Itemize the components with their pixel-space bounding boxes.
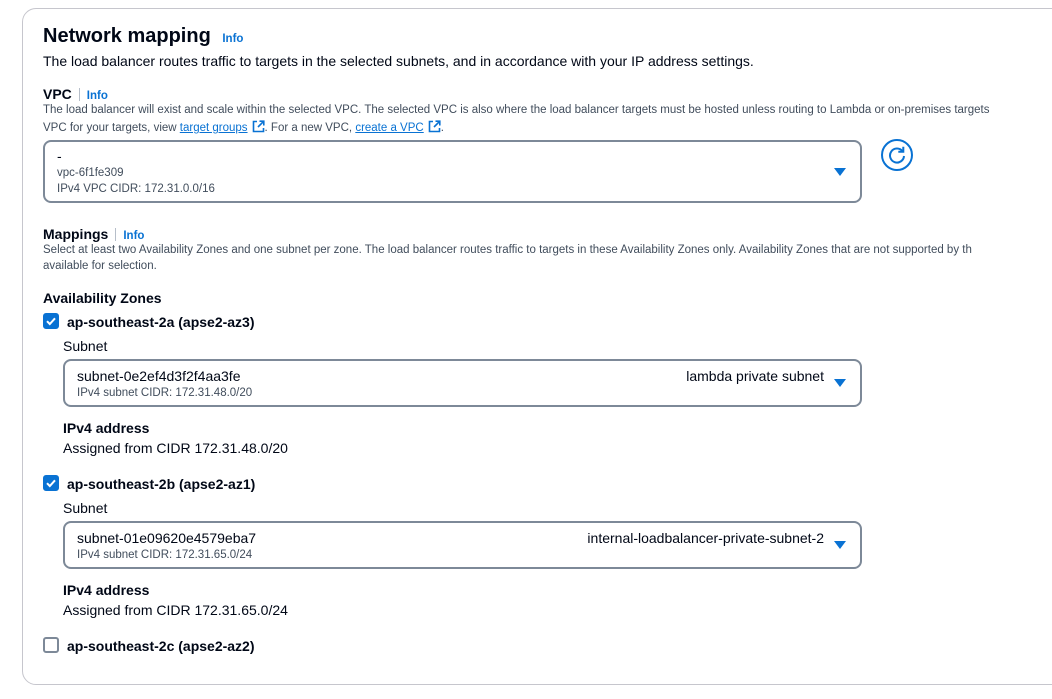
az-c-label[interactable]: ap-southeast-2c (apse2-az2) <box>67 638 255 654</box>
chevron-down-icon <box>834 168 846 176</box>
chevron-down-icon <box>834 379 846 387</box>
az-b-subnet-label: Subnet <box>63 500 108 516</box>
checkmark-icon <box>46 479 56 488</box>
mappings-label-separator <box>115 228 117 242</box>
vpc-info-link[interactable]: Info <box>87 90 108 102</box>
section-description: The load balancer routes traffic to targ… <box>43 53 754 69</box>
external-link-icon <box>252 120 265 136</box>
az-a-subnet-label: Subnet <box>63 338 108 354</box>
checkmark-icon <box>46 317 56 326</box>
mappings-label-row: Mappings Info <box>43 226 144 244</box>
vpc-label-row: VPC Info <box>43 86 108 104</box>
az-b-label[interactable]: ap-southeast-2b (apse2-az1) <box>67 476 255 492</box>
vpc-desc-suffix: . <box>440 122 444 134</box>
mappings-description-line2: available for selection. <box>43 260 157 272</box>
az-a-ipv4-label: IPv4 address <box>63 420 150 436</box>
az-a-subnet-select[interactable]: subnet-0e2ef4d3f2f4aa3fe lambda private … <box>63 359 862 407</box>
az-b-checkbox[interactable] <box>43 475 59 491</box>
vpc-desc-prefix: VPC for your targets, view <box>43 122 180 134</box>
az-a-subnet-cidr: IPv4 subnet CIDR: 172.31.48.0/20 <box>77 387 253 399</box>
az-b-ipv4-label: IPv4 address <box>63 582 150 598</box>
refresh-button[interactable] <box>881 139 913 171</box>
vpc-description-line1: The load balancer will exist and scale w… <box>43 104 990 116</box>
az-b-subnet-name: internal-loadbalancer-private-subnet-2 <box>587 530 824 546</box>
az-b-subnet-id: subnet-01e09620e4579eba7 <box>77 530 257 546</box>
mappings-description-line1: Select at least two Availability Zones a… <box>43 244 972 256</box>
az-b-subnet-cidr: IPv4 subnet CIDR: 172.31.65.0/24 <box>77 549 253 561</box>
section-info-link[interactable]: Info <box>222 33 243 45</box>
vpc-select-cidr: IPv4 VPC CIDR: 172.31.0.0/16 <box>57 183 215 195</box>
mappings-label: Mappings <box>43 226 109 242</box>
section-title-text: Network mapping <box>43 25 211 47</box>
vpc-desc-mid: . For a new VPC, <box>264 122 356 134</box>
az-b-ipv4-value: Assigned from CIDR 172.31.65.0/24 <box>63 602 288 618</box>
availability-zones-heading: Availability Zones <box>43 290 162 306</box>
vpc-select[interactable]: - vpc-6f1fe309 IPv4 VPC CIDR: 172.31.0.0… <box>43 140 862 203</box>
vpc-label: VPC <box>43 86 72 102</box>
az-a-label[interactable]: ap-southeast-2a (apse2-az3) <box>67 314 255 330</box>
az-a-subnet-id: subnet-0e2ef4d3f2f4aa3fe <box>77 368 241 384</box>
vpc-label-separator <box>78 88 80 102</box>
az-b-subnet-select[interactable]: subnet-01e09620e4579eba7 internal-loadba… <box>63 521 862 569</box>
external-link-icon <box>428 120 441 136</box>
az-a-subnet-name: lambda private subnet <box>686 368 824 384</box>
az-a-checkbox[interactable] <box>43 313 59 329</box>
vpc-select-value: - <box>57 148 62 164</box>
create-vpc-link[interactable]: create a VPC <box>355 122 423 134</box>
az-a-ipv4-value: Assigned from CIDR 172.31.48.0/20 <box>63 440 288 456</box>
vpc-description-line2: VPC for your targets, view target groups… <box>43 120 444 136</box>
mappings-info-link[interactable]: Info <box>123 230 144 242</box>
vpc-select-id: vpc-6f1fe309 <box>57 167 124 179</box>
target-groups-link[interactable]: target groups <box>180 122 248 134</box>
chevron-down-icon <box>834 541 846 549</box>
refresh-icon <box>889 146 905 164</box>
az-c-checkbox[interactable] <box>43 637 59 653</box>
section-title: Network mapping Info <box>43 25 243 48</box>
